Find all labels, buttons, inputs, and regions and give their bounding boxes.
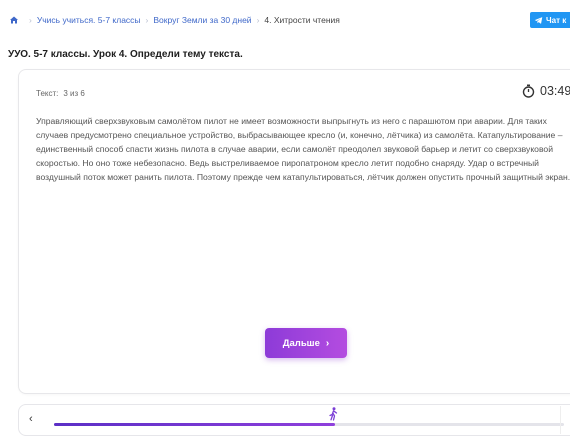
text-counter: Текст: 3 из 6 — [36, 89, 90, 98]
page-title: УУО. 5-7 классы. Урок 4. Определи тему т… — [8, 49, 243, 60]
divider — [560, 406, 561, 434]
next-button[interactable]: Дальше › — [265, 328, 347, 358]
chevron-right-icon: › — [325, 337, 330, 349]
reading-card: Текст: 3 из 6 03:49 Управляющий сверхзвук… — [18, 69, 570, 394]
timer-value: 03:49 — [540, 84, 570, 98]
breadcrumb-current: 4. Хитрости чтения — [264, 15, 340, 25]
home-icon[interactable] — [8, 14, 20, 26]
breadcrumb-separator: › — [256, 15, 260, 25]
telegram-icon — [534, 16, 543, 24]
breadcrumb-separator: › — [29, 15, 32, 25]
text-counter-label: Текст: — [36, 89, 59, 98]
timer: 03:49 — [522, 84, 570, 98]
breadcrumb: › Учись учиться. 5-7 классы › Вокруг Зем… — [8, 12, 340, 28]
breadcrumb-course[interactable]: Учись учиться. 5-7 классы — [37, 15, 141, 25]
chevron-left-icon[interactable]: ‹ — [29, 413, 33, 425]
stopwatch-icon — [522, 84, 535, 98]
text-counter-value: 3 из 6 — [63, 89, 85, 98]
telegram-chat-label: Чат к — [546, 15, 567, 25]
progress-bar-panel: ‹ — [18, 404, 570, 436]
next-button-label: Дальше — [282, 337, 320, 349]
reading-passage: Управляющий сверхзвуковым самолётом пило… — [36, 116, 570, 182]
walking-person-icon — [329, 407, 338, 421]
breadcrumb-module[interactable]: Вокруг Земли за 30 дней — [153, 15, 251, 25]
telegram-chat-button[interactable]: Чат к — [530, 12, 570, 28]
breadcrumb-separator: › — [145, 15, 149, 25]
